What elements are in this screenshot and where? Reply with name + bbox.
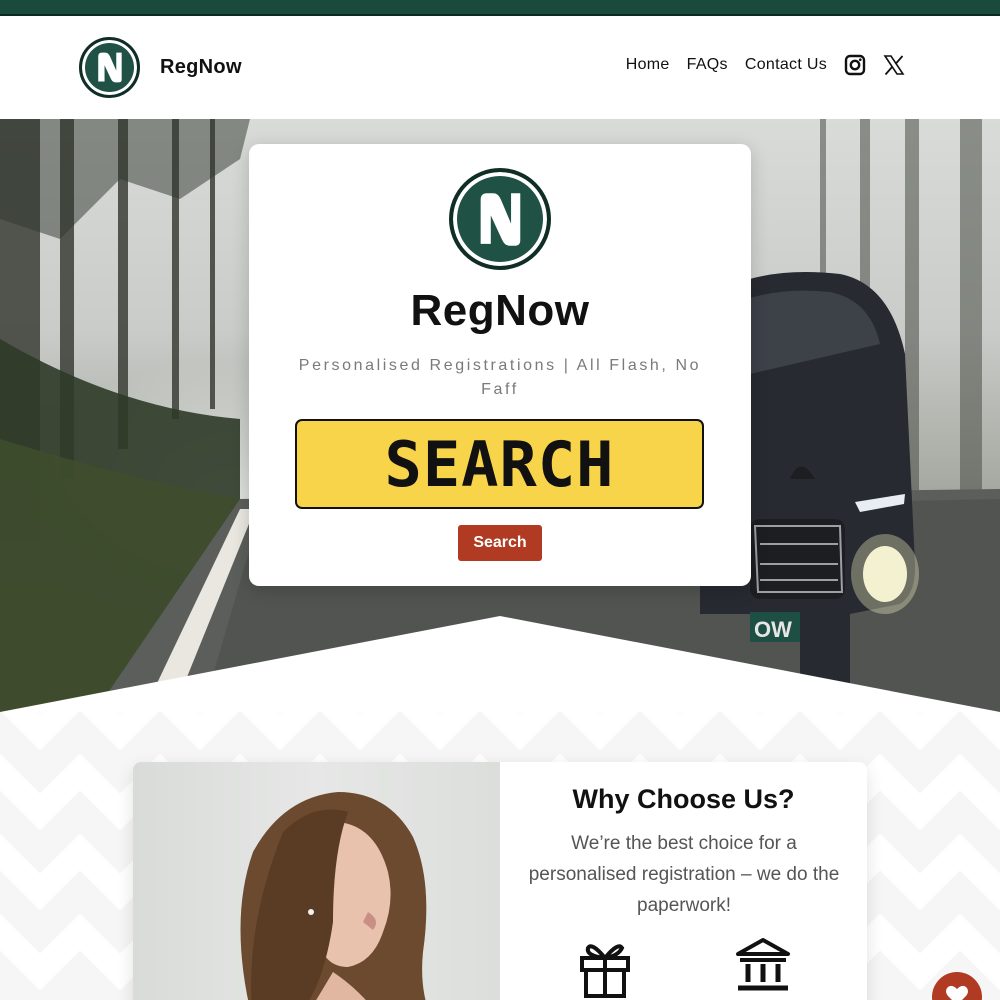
hero-title: RegNow xyxy=(410,286,590,335)
x-twitter-icon[interactable] xyxy=(883,54,905,76)
why-title: Why Choose Us? xyxy=(572,784,795,814)
why-description: We’re the best choice for a personalised… xyxy=(528,833,840,916)
main-nav: Home FAQs Contact Us xyxy=(626,54,905,76)
gift-icon xyxy=(580,944,630,998)
heart-icon xyxy=(946,985,968,1000)
nav-contact-us[interactable]: Contact Us xyxy=(745,56,827,74)
search-card: RegNow Personalised Registrations | All … xyxy=(249,144,751,586)
search-button[interactable]: Search xyxy=(458,525,542,561)
plate-search-input[interactable] xyxy=(297,421,702,507)
instagram-icon[interactable] xyxy=(844,54,866,76)
logo-icon[interactable] xyxy=(79,37,140,98)
woman-photo xyxy=(133,762,500,1000)
regnow-logo-icon xyxy=(449,168,551,270)
nav-home[interactable]: Home xyxy=(626,56,670,74)
nav-faqs[interactable]: FAQs xyxy=(687,56,728,74)
hero-section: OW RegNow Personalised Registrations | A… xyxy=(0,119,1000,719)
hero-tagline: Personalised Registrations | All Flash, … xyxy=(298,357,702,398)
top-accent-strip xyxy=(0,0,1000,16)
plate-search-field[interactable] xyxy=(295,419,704,509)
why-choose-us-card: Why Choose Us? We’re the best choice for… xyxy=(133,762,867,1000)
bank-icon xyxy=(736,938,790,991)
brand-name[interactable]: RegNow xyxy=(160,56,242,79)
site-header: RegNow Home FAQs Contact Us xyxy=(0,16,1000,119)
